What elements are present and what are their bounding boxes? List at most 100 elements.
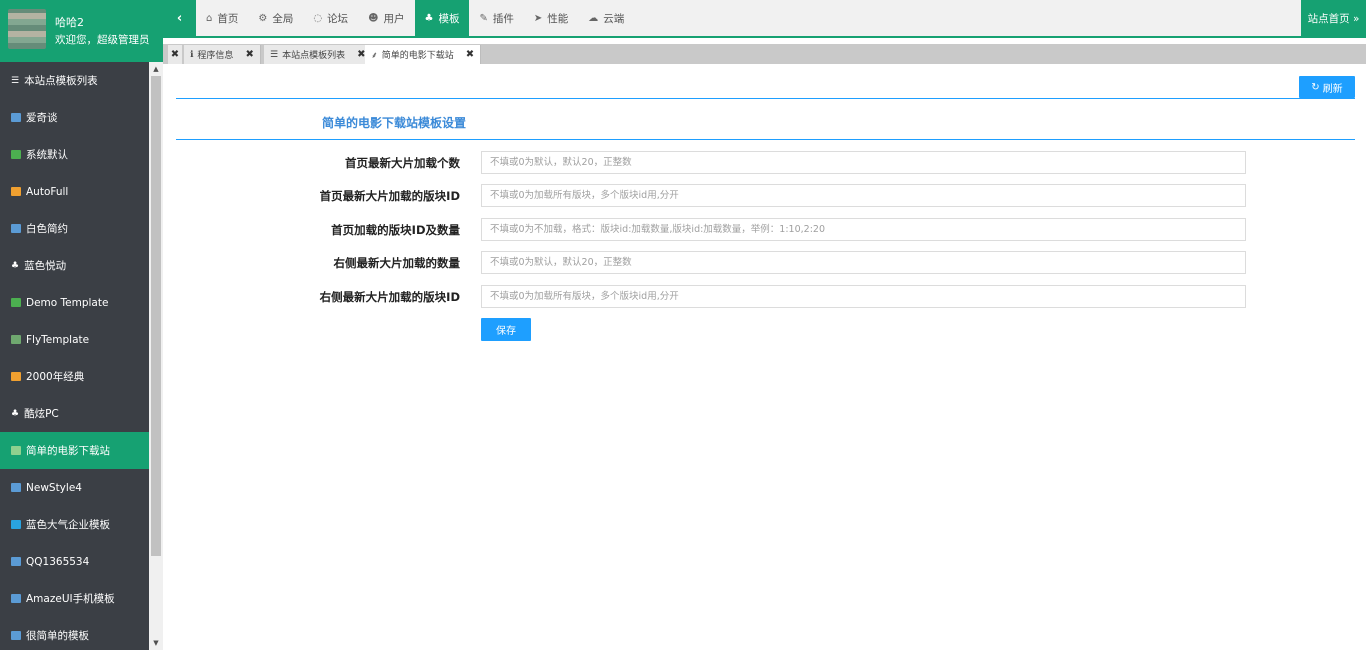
nav-item-label: 性能 — [547, 12, 569, 25]
main-nav: ⌂ 首页 ⚙ 全局 ◌ 论坛 ☻ 用户 ♣ 模板 ✎ 插件 ➤ 性能 ☁ 云端 — [196, 0, 634, 36]
template-thumb-icon — [11, 113, 21, 122]
sidebar-item-label: QQ1365534 — [26, 555, 90, 568]
nav-item-6[interactable]: ➤ 性能 — [524, 0, 578, 36]
sidebar-item-14[interactable]: AmazeUI手机模板 — [0, 580, 149, 617]
template-thumb-icon — [11, 446, 21, 455]
avatar[interactable] — [8, 9, 46, 49]
tab-label: 本站点模板列表 — [282, 51, 346, 61]
nav-item-2[interactable]: ◌ 论坛 — [303, 0, 358, 36]
close-tab-icon[interactable]: ✖ — [245, 49, 253, 60]
sidebar-item-1[interactable]: 爱奇谈 — [0, 99, 149, 136]
sidebar-item-11[interactable]: NewStyle4 — [0, 469, 149, 506]
sidebar-item-label: AmazeUI手机模板 — [26, 593, 115, 605]
sidebar-item-label: Demo Template — [26, 296, 109, 309]
nav-item-label: 首页 — [217, 12, 239, 25]
close-all-tabs-icon[interactable]: ✖ — [168, 45, 182, 64]
sidebar-item-2[interactable]: 系统默认 — [0, 136, 149, 173]
refresh-button[interactable]: ↻ 刷新 — [1299, 76, 1355, 98]
sitemap-icon: ♣ — [11, 408, 20, 419]
scrollbar-thumb[interactable] — [151, 76, 161, 556]
send-icon: ➤ — [533, 12, 543, 24]
form-row: 右侧最新大片加载的数量 — [176, 251, 1246, 274]
user-welcome: 欢迎您，超级管理员 — [55, 34, 150, 46]
sidebar-item-label: 爱奇谈 — [26, 112, 58, 124]
scroll-up-icon[interactable]: ▲ — [149, 63, 163, 75]
nav-item-label: 论坛 — [327, 12, 349, 25]
nav-item-0[interactable]: ⌂ 首页 — [196, 0, 248, 36]
nav-item-3[interactable]: ☻ 用户 — [358, 0, 414, 36]
sidebar-collapse-button[interactable]: ‹ — [163, 0, 196, 36]
nav-item-1[interactable]: ⚙ 全局 — [248, 0, 303, 36]
sidebar-item-label: FlyTemplate — [26, 333, 90, 346]
setting-input-3[interactable] — [481, 251, 1246, 274]
template-thumb-icon — [11, 631, 21, 640]
nav-item-label: 用户 — [383, 12, 405, 25]
tab-1[interactable]: ☰ 本站点模板列表 ✖ — [264, 45, 373, 64]
sidebar-item-label: 系统默认 — [26, 149, 68, 161]
scroll-down-icon[interactable]: ▼ — [149, 637, 163, 649]
sidebar-item-12[interactable]: 蓝色大气企业模板 — [0, 506, 149, 543]
form-row: 右侧最新大片加载的版块ID — [176, 285, 1246, 308]
template-thumb-icon — [11, 594, 21, 603]
setting-input-1[interactable] — [481, 184, 1246, 207]
refresh-icon: ↻ — [1311, 81, 1320, 93]
template-thumb-icon — [11, 483, 21, 492]
sidebar-item-9[interactable]: ♣ 酷炫PC — [0, 395, 149, 432]
comment-icon: ◌ — [313, 12, 323, 24]
sidebar-item-15[interactable]: 很简单的模板 — [0, 617, 149, 650]
divider — [176, 98, 1355, 99]
sitemap-icon: ♣ — [424, 12, 434, 24]
setting-input-0[interactable] — [481, 151, 1246, 174]
site-home-link[interactable]: 站点首页 » — [1301, 0, 1366, 36]
sidebar-item-4[interactable]: 白色简约 — [0, 210, 149, 247]
users-icon: ☻ — [368, 12, 379, 24]
cloud-icon: ☁ — [588, 12, 599, 24]
setting-input-4[interactable] — [481, 285, 1246, 308]
sidebar-item-3[interactable]: AutoFull — [0, 173, 149, 210]
sidebar-item-13[interactable]: QQ1365534 — [0, 543, 149, 580]
section-title: 简单的电影下载站模板设置 — [322, 116, 467, 130]
template-thumb-icon — [11, 520, 21, 529]
template-thumb-icon — [11, 298, 21, 307]
template-thumb-icon — [11, 335, 21, 344]
nav-item-7[interactable]: ☁ 云端 — [578, 0, 634, 36]
template-thumb-icon — [11, 224, 21, 233]
tab-label: 简单的电影下载站 — [381, 51, 454, 61]
list-icon: ☰ — [270, 49, 279, 60]
nav-item-label: 模板 — [438, 12, 460, 25]
setting-input-2[interactable] — [481, 218, 1246, 241]
template-thumb-icon — [11, 150, 21, 159]
form-row: 首页最新大片加载的版块ID — [176, 184, 1246, 207]
form-row: 首页最新大片加载个数 — [176, 151, 1246, 174]
sidebar-item-6[interactable]: Demo Template — [0, 284, 149, 321]
user-name: 哈哈2 — [55, 16, 84, 29]
field-label: 首页最新大片加载个数 — [345, 156, 460, 170]
list-icon: ☰ — [11, 75, 20, 86]
sidebar-item-7[interactable]: FlyTemplate — [0, 321, 149, 358]
sidebar-item-0[interactable]: ☰ 本站点模板列表 — [0, 62, 149, 99]
sidebar-item-label: AutoFull — [26, 185, 69, 198]
cogs-icon: ⚙ — [258, 12, 268, 24]
sidebar-item-8[interactable]: 2000年经典 — [0, 358, 149, 395]
sidebar-item-label: 本站点模板列表 — [24, 75, 98, 87]
template-icon: ⸙ — [371, 51, 378, 61]
template-thumb-icon — [11, 372, 21, 381]
info-icon: ℹ — [190, 49, 194, 60]
home-icon: ⌂ — [206, 12, 213, 24]
tab-2[interactable]: ⸙ 简单的电影下载站 ✖ — [365, 45, 482, 64]
sidebar-item-10[interactable]: 简单的电影下载站 — [0, 432, 149, 469]
template-thumb-icon — [11, 187, 21, 196]
nav-item-5[interactable]: ✎ 插件 — [469, 0, 523, 36]
close-tab-icon[interactable]: ✖ — [466, 49, 474, 60]
save-button[interactable]: 保存 — [481, 318, 531, 341]
sitemap-icon: ♣ — [11, 260, 20, 271]
sidebar-item-label: 白色简约 — [26, 223, 68, 235]
tab-0[interactable]: ℹ 程序信息 ✖ — [184, 45, 261, 64]
sidebar-scrollbar[interactable]: ▲ ▼ — [149, 62, 163, 650]
sidebar-item-label: 简单的电影下载站 — [26, 445, 110, 457]
plug-icon: ✎ — [479, 12, 488, 24]
nav-item-4[interactable]: ♣ 模板 — [414, 0, 470, 36]
sidebar-item-label: 蓝色悦动 — [24, 260, 67, 272]
sidebar-item-5[interactable]: ♣ 蓝色悦动 — [0, 247, 149, 284]
sidebar-item-label: 很简单的模板 — [26, 630, 89, 642]
